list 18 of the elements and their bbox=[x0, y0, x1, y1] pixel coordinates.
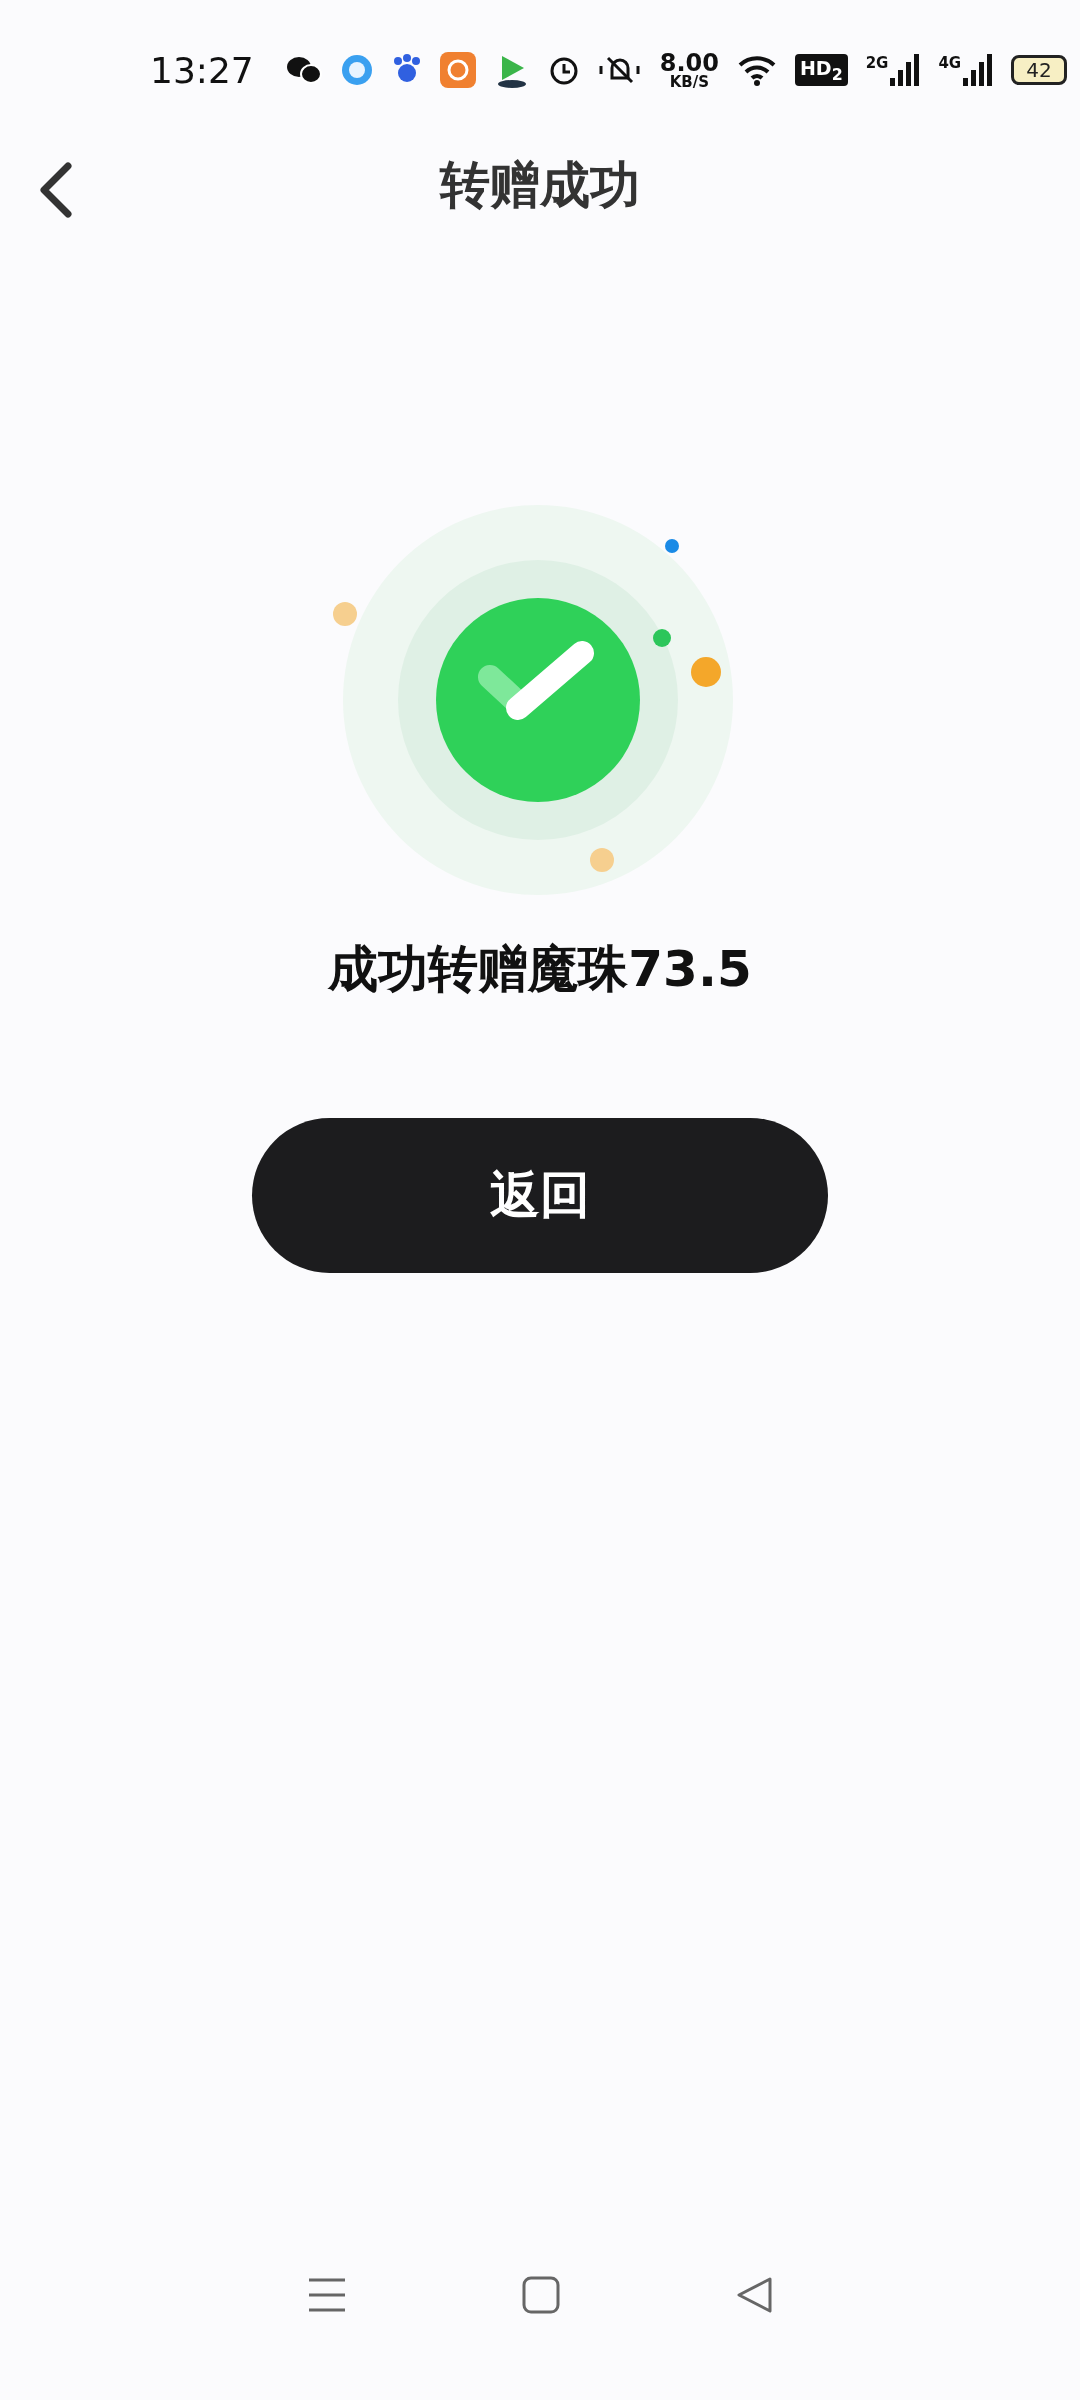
page-title: 转赠成功 bbox=[440, 154, 640, 216]
chat-bubbles-icon bbox=[285, 55, 322, 85]
return-button[interactable]: 返回 bbox=[252, 1118, 828, 1273]
network-speed-unit: KB/S bbox=[669, 74, 710, 90]
wifi-icon bbox=[736, 54, 777, 86]
network-speed: 8.00 bbox=[659, 50, 719, 75]
signal-icon bbox=[963, 54, 994, 86]
network-type: 2G bbox=[865, 54, 889, 72]
home-square-icon[interactable] bbox=[522, 2276, 560, 2314]
browser-icon bbox=[339, 53, 374, 87]
menu-icon[interactable] bbox=[307, 2277, 348, 2313]
network-type: 4G bbox=[938, 54, 962, 72]
battery-level: 42 bbox=[1011, 55, 1067, 85]
hd-badge: HD$_{2}$ bbox=[794, 53, 848, 87]
success-message: 成功转赠魔珠73.5 bbox=[328, 939, 752, 1000]
status-time: 13:27 bbox=[150, 49, 254, 91]
signal-icon bbox=[890, 54, 921, 86]
muted-bell-icon bbox=[597, 54, 642, 86]
